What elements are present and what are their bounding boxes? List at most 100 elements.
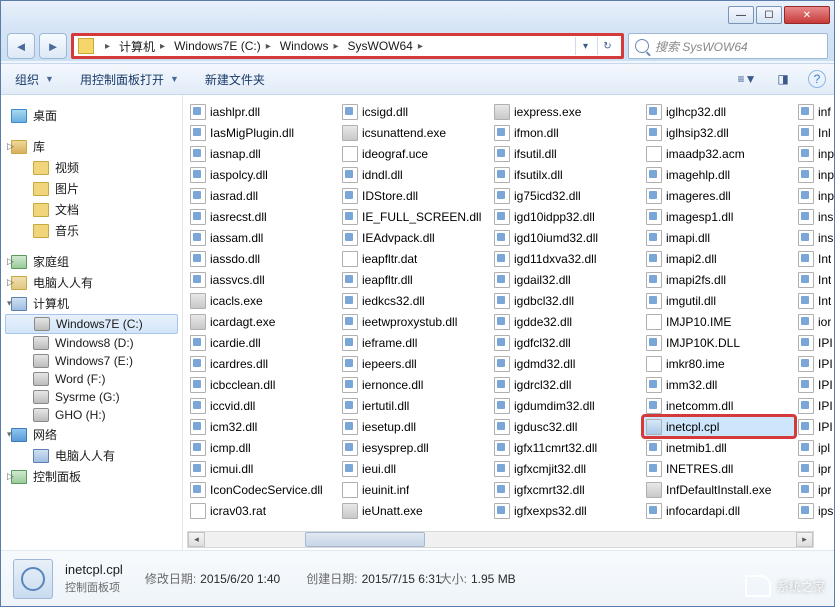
file-item[interactable]: icmp.dll (187, 437, 339, 458)
file-item[interactable]: igd10iumd32.dll (491, 227, 643, 248)
file-item[interactable]: imapi.dll (643, 227, 795, 248)
file-item[interactable]: IconCodecService.dll (187, 479, 339, 500)
file-item[interactable]: icsunattend.exe (339, 122, 491, 143)
close-button[interactable]: ✕ (784, 6, 830, 24)
file-item[interactable]: ips (795, 500, 834, 521)
nav-drive-f[interactable]: Word (F:) (1, 370, 182, 388)
file-item[interactable]: iasrad.dll (187, 185, 339, 206)
file-item[interactable]: ipr (795, 458, 834, 479)
file-item[interactable]: ieUnatt.exe (339, 500, 491, 521)
breadcrumb-syswow64[interactable]: SysWOW64▸ (346, 39, 430, 53)
nav-network-pc[interactable]: 电脑人人有 (1, 445, 182, 466)
file-item[interactable]: inp (795, 185, 834, 206)
file-item[interactable]: icbcclean.dll (187, 374, 339, 395)
file-item[interactable]: ieuinit.inf (339, 479, 491, 500)
file-item[interactable]: IPI (795, 374, 834, 395)
nav-drive-c[interactable]: Windows7E (C:) (5, 314, 178, 334)
file-item[interactable]: iaspolcy.dll (187, 164, 339, 185)
file-item[interactable]: imapi2fs.dll (643, 269, 795, 290)
file-item[interactable]: INETRES.dll (643, 458, 795, 479)
file-item[interactable]: imageres.dll (643, 185, 795, 206)
file-item[interactable]: ipl (795, 437, 834, 458)
file-item[interactable]: ieapfltr.dat (339, 248, 491, 269)
nav-homegroup[interactable]: ▷家庭组 (1, 251, 182, 272)
search-input[interactable]: 搜索 SysWOW64 (628, 33, 828, 59)
horizontal-scrollbar[interactable]: ◂ ▸ (187, 531, 814, 548)
file-item[interactable]: ideograf.uce (339, 143, 491, 164)
file-item[interactable]: Inl (795, 122, 834, 143)
nav-user[interactable]: ▷电脑人人有 (1, 272, 182, 293)
file-item[interactable]: icacls.exe (187, 290, 339, 311)
nav-lib-documents[interactable]: 文档 (1, 199, 182, 220)
organize-button[interactable]: 组织▼ (9, 69, 60, 90)
file-item[interactable]: icmui.dll (187, 458, 339, 479)
file-item[interactable]: IE_FULL_SCREEN.dll (339, 206, 491, 227)
nav-lib-music[interactable]: 音乐 (1, 220, 182, 241)
file-item[interactable]: IPI (795, 332, 834, 353)
file-item[interactable]: igdail32.dll (491, 269, 643, 290)
file-item[interactable]: IDStore.dll (339, 185, 491, 206)
file-item[interactable]: igdde32.dll (491, 311, 643, 332)
open-with-cpl-button[interactable]: 用控制面板打开▼ (74, 69, 185, 90)
file-item[interactable]: iassvcs.dll (187, 269, 339, 290)
file-item[interactable]: imkr80.ime (643, 353, 795, 374)
file-item[interactable]: inetcomm.dll (643, 395, 795, 416)
file-item[interactable]: ieetwproxystub.dll (339, 311, 491, 332)
nav-computer[interactable]: ▾计算机 (1, 293, 182, 314)
file-item[interactable]: igfxexps32.dll (491, 500, 643, 521)
file-item[interactable]: iedkcs32.dll (339, 290, 491, 311)
new-folder-button[interactable]: 新建文件夹 (199, 69, 271, 90)
file-item[interactable]: igd11dxva32.dll (491, 248, 643, 269)
breadcrumb-sep[interactable]: ▸ (98, 41, 117, 52)
scroll-right-button[interactable]: ▸ (796, 532, 813, 547)
nav-lib-videos[interactable]: 视频 (1, 157, 182, 178)
file-item[interactable]: icardres.dll (187, 353, 339, 374)
nav-control-panel[interactable]: ▷控制面板 (1, 466, 182, 487)
preview-pane-button[interactable]: ◨ (772, 69, 794, 89)
file-item[interactable]: icsigd.dll (339, 101, 491, 122)
file-item[interactable]: IMJP10K.DLL (643, 332, 795, 353)
file-item[interactable]: iglhcp32.dll (643, 101, 795, 122)
file-item[interactable]: Int (795, 269, 834, 290)
file-item[interactable]: igdusc32.dll (491, 416, 643, 437)
file-item[interactable]: imagesp1.dll (643, 206, 795, 227)
file-item[interactable]: iassdo.dll (187, 248, 339, 269)
help-button[interactable]: ? (808, 70, 826, 88)
file-item[interactable]: ifsutil.dll (491, 143, 643, 164)
breadcrumb-drive-c[interactable]: Windows7E (C:)▸ (172, 39, 278, 53)
file-item[interactable]: iexpress.exe (491, 101, 643, 122)
address-bar[interactable]: ▸ 计算机▸ Windows7E (C:)▸ Windows▸ SysWOW64… (71, 33, 624, 59)
file-item[interactable]: InfDefaultInstall.exe (643, 479, 795, 500)
address-dropdown[interactable]: ▾ (575, 37, 595, 55)
file-item[interactable]: igdrcl32.dll (491, 374, 643, 395)
nav-libraries[interactable]: ▷库 (1, 136, 182, 157)
file-item[interactable]: ieframe.dll (339, 332, 491, 353)
nav-drive-e[interactable]: Windows7 (E:) (1, 352, 182, 370)
file-item[interactable]: iertutil.dll (339, 395, 491, 416)
nav-network[interactable]: ▾网络 (1, 424, 182, 445)
file-item[interactable]: inetmib1.dll (643, 437, 795, 458)
file-item[interactable]: iepeers.dll (339, 353, 491, 374)
file-item[interactable]: imgutil.dll (643, 290, 795, 311)
file-item[interactable]: IPI (795, 416, 834, 437)
breadcrumb-windows[interactable]: Windows▸ (278, 39, 346, 53)
file-item[interactable]: iasnap.dll (187, 143, 339, 164)
file-item[interactable]: IMJP10.IME (643, 311, 795, 332)
file-item[interactable]: inp (795, 143, 834, 164)
file-item[interactable]: imm32.dll (643, 374, 795, 395)
file-item[interactable]: ipr (795, 479, 834, 500)
scroll-thumb[interactable] (305, 532, 425, 547)
file-item[interactable]: IEAdvpack.dll (339, 227, 491, 248)
refresh-button[interactable]: ↻ (597, 37, 617, 55)
file-item[interactable]: iglhsip32.dll (643, 122, 795, 143)
file-item[interactable]: inetcpl.cpl (643, 416, 795, 437)
file-item[interactable]: imaadp32.acm (643, 143, 795, 164)
file-item[interactable]: igdmd32.dll (491, 353, 643, 374)
file-item[interactable]: igd10idpp32.dll (491, 206, 643, 227)
nav-drive-h[interactable]: GHO (H:) (1, 406, 182, 424)
file-item[interactable]: inf (795, 101, 834, 122)
file-item[interactable]: inp (795, 164, 834, 185)
file-item[interactable]: igfx11cmrt32.dll (491, 437, 643, 458)
nav-drive-d[interactable]: Windows8 (D:) (1, 334, 182, 352)
nav-lib-pictures[interactable]: 图片 (1, 178, 182, 199)
